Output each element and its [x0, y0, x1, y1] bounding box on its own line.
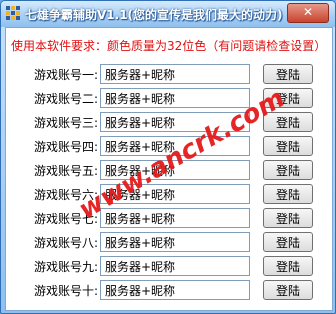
- account-label: 游戏账号三:: [33, 116, 98, 130]
- account-label: 游戏账号七:: [33, 212, 98, 226]
- account-input[interactable]: [100, 256, 250, 276]
- account-row: 游戏账号五: 登陆: [6, 160, 332, 180]
- window-title: 七雄争霸辅助V1.1(您的宣传是我们最大的动力): [25, 8, 283, 22]
- account-row: 游戏账号十: 登陆: [6, 280, 332, 300]
- account-input[interactable]: [100, 232, 250, 252]
- account-label: 游戏账号八:: [33, 236, 98, 250]
- login-button[interactable]: 登陆: [263, 160, 313, 180]
- account-input[interactable]: [100, 136, 250, 156]
- account-label: 游戏账号一:: [33, 68, 98, 82]
- login-button[interactable]: 登陆: [263, 256, 313, 276]
- account-label: 游戏账号十:: [33, 284, 98, 298]
- login-button[interactable]: 登陆: [263, 88, 313, 108]
- account-row: 游戏账号一: 登陆: [6, 64, 332, 84]
- account-input[interactable]: [100, 64, 250, 84]
- requirement-text: 使用本软件要求：颜色质量为32位色（有问题请检查设置）: [11, 39, 327, 53]
- account-input[interactable]: [100, 184, 250, 204]
- account-row: 游戏账号二: 登陆: [6, 88, 332, 108]
- account-input[interactable]: [100, 208, 250, 228]
- login-button[interactable]: 登陆: [263, 112, 313, 132]
- login-button[interactable]: 登陆: [263, 136, 313, 156]
- close-button[interactable]: ✕: [287, 3, 329, 23]
- account-row: 游戏账号三: 登陆: [6, 112, 332, 132]
- main-window: 七雄争霸辅助V1.1(您的宣传是我们最大的动力) ✕ 使用本软件要求：颜色质量为…: [0, 0, 336, 314]
- account-input[interactable]: [100, 280, 250, 300]
- account-row: 游戏账号七: 登陆: [6, 208, 332, 228]
- close-icon: ✕: [302, 5, 314, 19]
- login-button[interactable]: 登陆: [263, 280, 313, 300]
- account-row: 游戏账号八: 登陆: [6, 232, 332, 252]
- account-row: 游戏账号九: 登陆: [6, 256, 332, 276]
- login-button[interactable]: 登陆: [263, 232, 313, 252]
- login-button[interactable]: 登陆: [263, 184, 313, 204]
- login-button[interactable]: 登陆: [263, 208, 313, 228]
- account-row: 游戏账号四: 登陆: [6, 136, 332, 156]
- account-input[interactable]: [100, 112, 250, 132]
- client-area: 使用本软件要求：颜色质量为32位色（有问题请检查设置） 游戏账号一: 登陆 游戏…: [5, 27, 333, 311]
- login-button[interactable]: 登陆: [263, 64, 313, 84]
- account-input[interactable]: [100, 88, 250, 108]
- account-label: 游戏账号二:: [33, 92, 98, 106]
- account-label: 游戏账号五:: [33, 164, 98, 178]
- account-row: 游戏账号六: 登陆: [6, 184, 332, 204]
- account-input[interactable]: [100, 160, 250, 180]
- account-label: 游戏账号四:: [33, 140, 98, 154]
- app-grid-icon: [6, 6, 20, 20]
- account-label: 游戏账号六:: [33, 188, 98, 202]
- account-label: 游戏账号九:: [33, 260, 98, 274]
- title-bar[interactable]: 七雄争霸辅助V1.1(您的宣传是我们最大的动力) ✕: [1, 1, 335, 27]
